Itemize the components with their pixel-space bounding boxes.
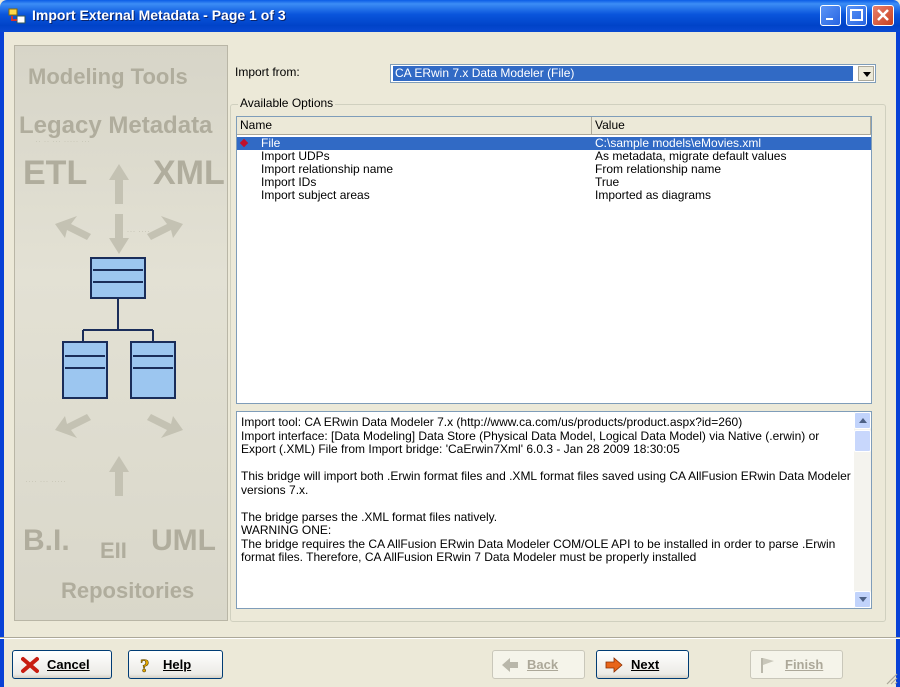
wizard-side-graphic: ·· ·· ··· ····· ··· ··· ··· ···· ···· ··…	[14, 45, 228, 621]
finish-flag-icon	[761, 658, 774, 673]
option-value[interactable]: Imported as diagrams	[595, 189, 711, 202]
import-from-select[interactable]: CA ERwin 7.x Data Modeler (File)	[390, 64, 876, 83]
cancel-label: Cancel	[47, 657, 90, 672]
next-arrow-icon	[605, 657, 623, 673]
minimize-button[interactable]	[820, 5, 841, 26]
back-arrow-icon	[502, 658, 518, 672]
column-header-name[interactable]: Name	[237, 117, 592, 135]
app-icon	[8, 8, 26, 24]
footer-separator	[0, 637, 900, 639]
maximize-button[interactable]	[846, 5, 867, 26]
resize-grip-icon[interactable]	[884, 671, 898, 685]
available-options-title: Available Options	[238, 96, 336, 110]
window-title: Import External Metadata - Page 1 of 3	[32, 7, 286, 23]
finish-label: Finish	[785, 657, 824, 672]
window-frame-left	[0, 32, 4, 687]
table-row[interactable]: Import relationship name From relationsh…	[237, 163, 871, 176]
cancel-button[interactable]: Cancel	[12, 650, 112, 679]
current-row-marker-icon	[239, 138, 249, 148]
next-button[interactable]: Next	[596, 650, 689, 679]
next-label: Next	[631, 657, 660, 672]
minimize-icon	[826, 18, 833, 20]
back-button[interactable]: Back	[492, 650, 585, 679]
scroll-down-icon[interactable]	[854, 591, 871, 608]
option-name: Import subject areas	[261, 188, 370, 202]
scroll-up-icon[interactable]	[854, 412, 871, 429]
description-scrollbar[interactable]	[854, 412, 871, 608]
finish-button[interactable]: Finish	[750, 650, 843, 679]
window-frame-right	[896, 32, 900, 687]
import-from-label: Import from:	[235, 65, 300, 79]
description-box[interactable]: Import tool: CA ERwin Data Modeler 7.x (…	[236, 411, 872, 609]
back-label: Back	[527, 657, 559, 672]
close-icon	[877, 9, 889, 21]
help-label: Help	[163, 657, 192, 672]
chevron-down-icon[interactable]	[858, 66, 874, 81]
help-button[interactable]: ? Help	[128, 650, 223, 679]
close-button[interactable]	[872, 5, 894, 26]
table-row[interactable]: Import subject areas Imported as diagram…	[237, 189, 871, 202]
description-text: Import tool: CA ERwin Data Modeler 7.x (…	[241, 415, 851, 564]
hierarchy-icon	[62, 257, 176, 399]
help-question-icon: ?	[140, 656, 150, 674]
title-bar[interactable]: Import External Metadata - Page 1 of 3	[0, 0, 900, 32]
maximize-icon	[850, 9, 863, 21]
options-table[interactable]: Name Value File C:\sample models\eMovies…	[236, 116, 872, 404]
scroll-thumb[interactable]	[854, 430, 871, 452]
flow-arrows-graphic	[55, 164, 183, 496]
column-header-value[interactable]: Value	[592, 117, 871, 135]
cancel-x-icon	[21, 657, 39, 673]
svg-text:?: ?	[140, 656, 150, 674]
import-from-selected-value: CA ERwin 7.x Data Modeler (File)	[393, 66, 853, 81]
